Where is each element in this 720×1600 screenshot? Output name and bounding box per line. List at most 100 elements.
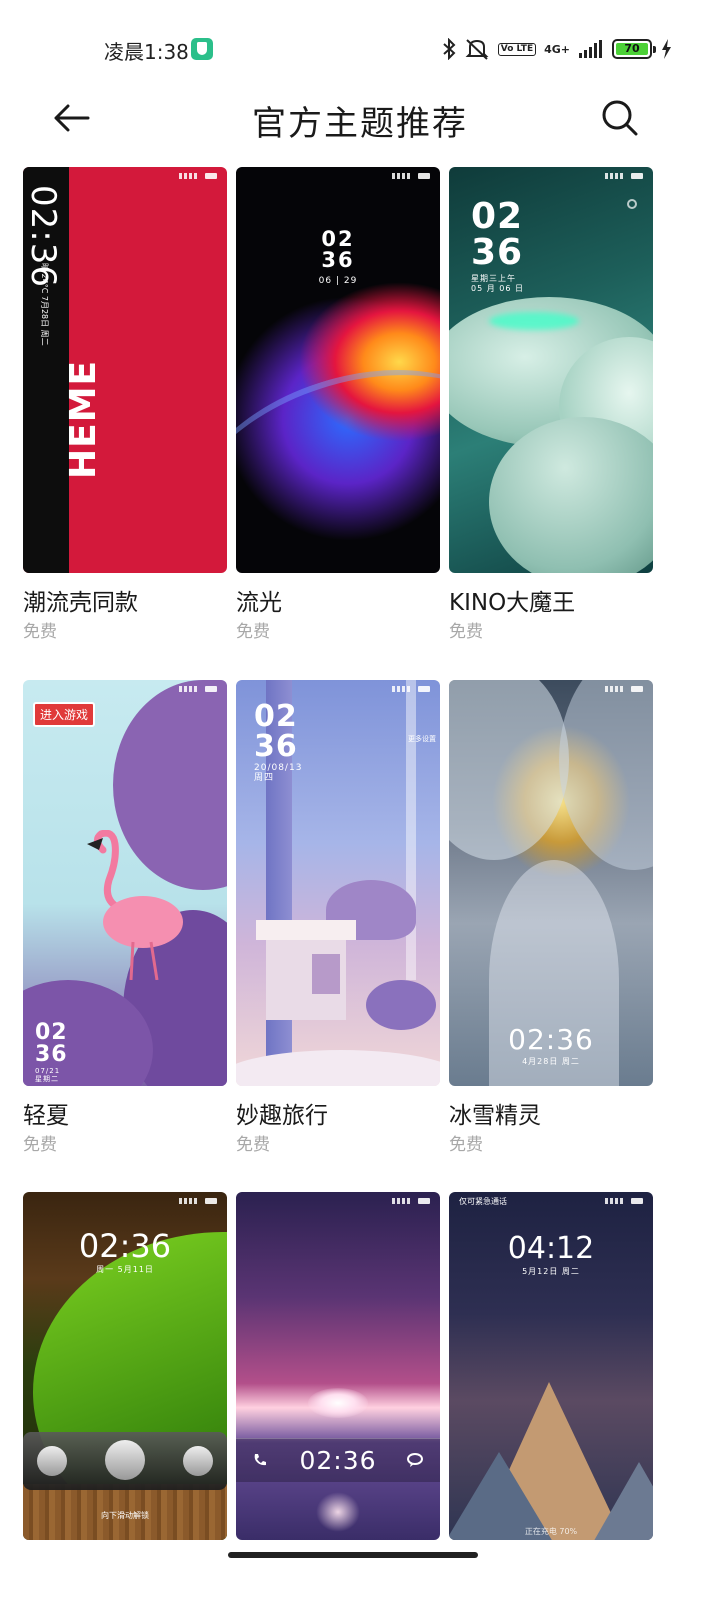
mini-status-icons (179, 173, 217, 179)
theme-card[interactable]: 02 36 星期三上午 05 月 06 日 KINO大魔王 免费 (449, 167, 653, 643)
message-icon (407, 1453, 423, 1467)
phone-icon (37, 1446, 67, 1476)
clock-minute: 36 (321, 248, 355, 272)
status-icons: Vo LTE 4G+ 70 (442, 36, 672, 62)
flamingo-illustration (87, 830, 183, 980)
lock-icon (105, 1440, 145, 1480)
theme-thumbnail[interactable]: 02:36 (236, 1192, 440, 1540)
mini-status-icons (392, 173, 430, 179)
wallpaper-clock: 02 36 07/21 星期二 (35, 1022, 68, 1083)
wallpaper-date: 20/08/13 (254, 763, 303, 773)
search-icon (602, 100, 638, 136)
theme-thumbnail[interactable]: 02 36 星期三上午 05 月 06 日 (449, 167, 653, 573)
theme-card[interactable]: 仅可紧急通话 04:12 5月12日 周二 正在充电 70% (449, 1192, 653, 1540)
theme-name: 冰雪精灵 (449, 1103, 541, 1129)
wallpaper-weather: 晴 24°C (40, 263, 49, 294)
clock-hour: 02 (471, 196, 524, 237)
emergency-call-text: 仅可紧急通话 (459, 1197, 507, 1206)
wallpaper-house (256, 920, 356, 1020)
theme-name: 轻夏 (23, 1103, 69, 1129)
house-roof (256, 920, 356, 940)
wallpaper-light-arc (236, 327, 440, 573)
wallpaper-sun (308, 1388, 368, 1418)
wallpaper-clock: 02 36 20/08/13 周四 (254, 702, 302, 783)
theme-card[interactable]: 02:36 (236, 1192, 440, 1540)
clock-hour: 02 (321, 227, 355, 251)
wallpaper-clock: 02:36 4月28日 周二 (449, 1026, 653, 1066)
theme-card[interactable]: 02:36 4月28日 周二 冰雪精灵 免费 (449, 680, 653, 1156)
clock-time: 04:12 (507, 1231, 595, 1266)
battery-icon: 70 (612, 39, 656, 59)
wallpaper-clock: 04:12 5月12日 周二 (449, 1234, 653, 1276)
theme-thumbnail[interactable]: 02 36 06 | 29 (236, 167, 440, 573)
status-time: 凌晨1:38 (104, 40, 189, 64)
theme-thumbnail[interactable]: 02 36 20/08/13 周四 更多设置 (236, 680, 440, 1086)
wallpaper-date: 07/21 (35, 1067, 61, 1075)
theme-thumbnail[interactable]: 02:36 晴 24°C 7月28日 周二 HEME (23, 167, 227, 573)
clock-minute: 36 (471, 232, 524, 273)
theme-thumbnail[interactable]: 02:36 周一 5月11日 向下滑动解锁 (23, 1192, 227, 1540)
charging-bolt-icon (662, 39, 671, 59)
clock-minute: 36 (35, 1042, 68, 1067)
theme-thumbnail[interactable]: 进入游戏 02 36 07/21 星期二 (23, 680, 227, 1086)
mini-status-icons (605, 1198, 643, 1204)
theme-name: 妙趣旅行 (236, 1103, 328, 1129)
wallpaper-date: 晴 24°C 7月28日 周二 (39, 263, 50, 346)
wallpaper-date: 06 | 29 (318, 276, 358, 286)
mini-status-icons (179, 1198, 217, 1204)
network-type: 4G+ (544, 42, 570, 56)
wallpaper-snow-tree (449, 680, 569, 860)
wallpaper-weekday: 星期二 (35, 1075, 59, 1083)
wallpaper-date: 5月12日 周二 (522, 1267, 580, 1276)
theme-name: 潮流壳同款 (23, 590, 138, 616)
unlock-hint: 向下滑动解锁 (101, 1511, 149, 1520)
theme-thumbnail[interactable]: 02:36 4月28日 周二 (449, 680, 653, 1086)
mute-icon (465, 39, 489, 60)
home-indicator[interactable] (228, 1552, 478, 1558)
wallpaper-brand-text: HEME (63, 359, 104, 479)
signal-icon (579, 40, 602, 58)
wallpaper-snow-tree (559, 680, 653, 870)
wallpaper-reflection (316, 1492, 360, 1532)
wallpaper-clock: 02:36 周一 5月11日 (23, 1230, 227, 1274)
mini-status-icons (605, 686, 643, 692)
theme-price: 免费 (23, 1135, 57, 1155)
wallpaper-glow (489, 312, 579, 330)
theme-price: 免费 (236, 1135, 270, 1155)
house-window (312, 954, 340, 994)
wallpaper-weekday: 周四 (254, 773, 275, 783)
charging-text: 正在充电 70% (524, 1527, 578, 1536)
theme-price: 免费 (23, 622, 57, 642)
theme-card[interactable]: 02:36 晴 24°C 7月28日 周二 HEME 潮流壳同款 免费 (23, 167, 227, 643)
mini-status-icons (179, 686, 217, 692)
header: 官方主题推荐 (0, 86, 720, 150)
mini-status-icons (392, 686, 430, 692)
more-settings-hint: 更多设置 (408, 735, 436, 743)
clock-time: 02:36 (78, 1227, 172, 1265)
wallpaper-clock: 02 36 星期三上午 05 月 06 日 (471, 199, 524, 293)
theme-card[interactable]: 02 36 06 | 29 流光 免费 (236, 167, 440, 643)
battery-level: 70 (616, 43, 648, 55)
theme-name: 流光 (236, 590, 282, 616)
wallpaper-date-text: 7月28日 周二 (40, 295, 49, 346)
theme-card[interactable]: 02:36 周一 5月11日 向下滑动解锁 (23, 1192, 227, 1540)
theme-card[interactable]: 进入游戏 02 36 07/21 星期二 轻夏 免费 (23, 680, 227, 1156)
clock-hour: 02 (35, 1020, 68, 1045)
wallpaper-weekday: 星期三上午 (471, 274, 516, 283)
mini-status-icons (605, 173, 643, 179)
wallpaper-clock: 02 36 06 | 29 (236, 229, 440, 286)
message-icon (183, 1446, 213, 1476)
theme-card[interactable]: 02 36 20/08/13 周四 更多设置 妙趣旅行 免费 (236, 680, 440, 1156)
enter-game-badge: 进入游戏 (33, 702, 96, 727)
clock-hour: 02 (254, 699, 298, 734)
volte-badge: Vo LTE (497, 42, 537, 56)
clock-minute: 36 (254, 729, 298, 764)
gear-icon (627, 199, 637, 209)
theme-thumbnail[interactable]: 仅可紧急通话 04:12 5月12日 周二 正在充电 70% (449, 1192, 653, 1540)
wallpaper-date: 周一 5月11日 (96, 1265, 154, 1274)
status-bar: 凌晨1:38 Vo LTE 4G+ 70 (0, 0, 720, 96)
wallpaper-ground (236, 1050, 440, 1086)
search-button[interactable] (594, 94, 646, 142)
theme-price: 免费 (236, 622, 270, 642)
mini-status-icons (392, 1198, 430, 1204)
